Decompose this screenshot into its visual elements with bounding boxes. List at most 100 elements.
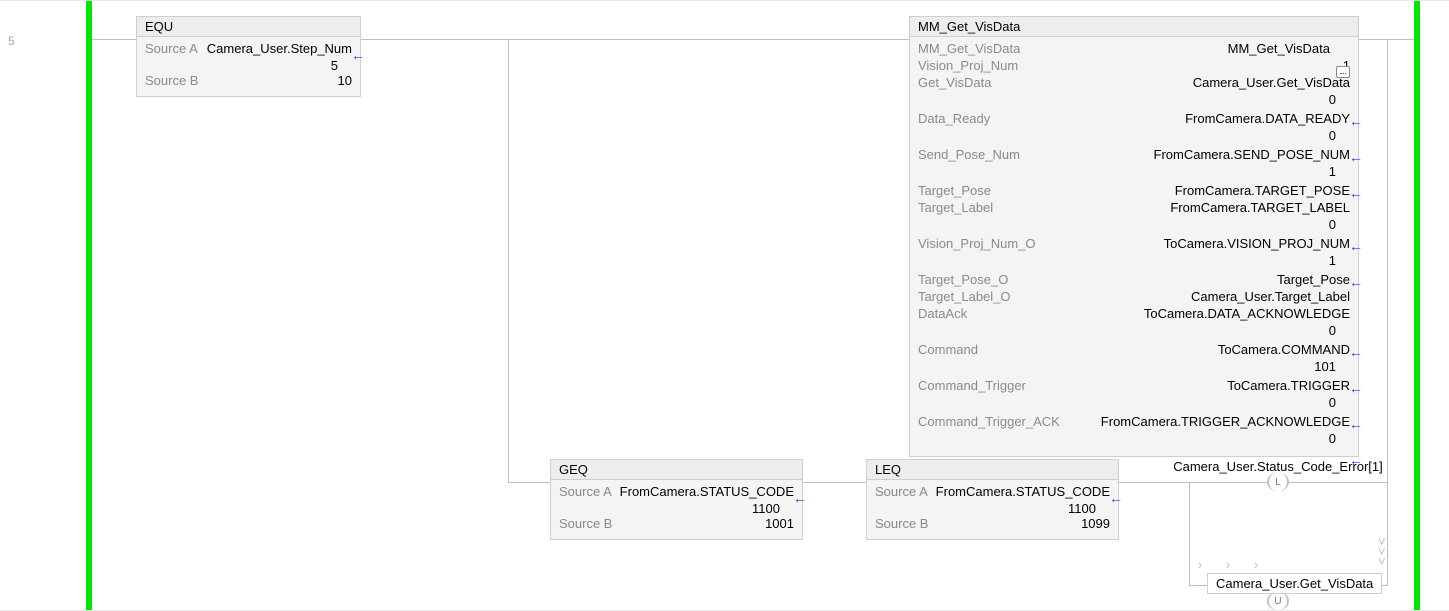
equ-srcB-label: Source B — [145, 73, 198, 88]
mm-param-value[interactable]: FromCamera.DATA_READY — [1185, 111, 1350, 126]
mm-param-label: Data_Ready — [918, 111, 990, 126]
mm-param-label: Command_Trigger_ACK — [918, 414, 1060, 429]
coil-u-tag[interactable]: Camera_User.Get_VisData — [1207, 573, 1382, 594]
mm-param-sub: 0 — [918, 217, 1350, 232]
left-power-rail — [86, 1, 92, 610]
geq-block[interactable]: GEQ Source AFromCamera.STATUS_CODE 1100 … — [550, 459, 803, 540]
mm-param-value[interactable]: FromCamera.TARGET_POSE — [1175, 183, 1350, 198]
mm-param-label: MM_Get_VisData — [918, 41, 1020, 56]
wire — [92, 39, 136, 40]
wire — [508, 39, 909, 40]
leq-srcA-value[interactable]: FromCamera.STATUS_CODE — [936, 484, 1110, 499]
wire — [1289, 482, 1387, 483]
feedback-arrow-icon: ← — [1109, 491, 1123, 505]
mm-param-value[interactable]: Camera_User.Target_Label — [1191, 289, 1350, 304]
leq-srcA-sub: 1100 — [875, 501, 1110, 516]
geq-srcA-value[interactable]: FromCamera.STATUS_CODE — [620, 484, 794, 499]
mm-param-row: MM_Get_VisData MM_Get_VisData — [918, 41, 1350, 58]
mm-param-sub: 0 — [918, 395, 1350, 410]
feedback-arrow-icon: ← — [793, 491, 807, 505]
wire — [1387, 39, 1388, 586]
mm-param-sub: 1 — [918, 253, 1350, 268]
wire — [508, 482, 550, 483]
leq-srcA-label: Source A — [875, 484, 928, 499]
mm-param-value[interactable]: FromCamera.SEND_POSE_NUM — [1154, 147, 1351, 162]
mm-param-label: Target_Pose_O — [918, 272, 1008, 287]
mm-param-sub: 1 — [918, 164, 1350, 179]
browse-link-icon[interactable] — [1336, 66, 1350, 78]
mm-param-row: Target_Pose_O Target_Pose — [918, 272, 1350, 289]
leq-srcB-value[interactable]: 1099 — [1081, 516, 1110, 531]
equ-srcA-value[interactable]: Camera_User.Step_Num — [207, 41, 352, 56]
feedback-arrow-icon: ← — [1349, 186, 1363, 200]
ladder-canvas: 5 › › › ˅˅˅ EQU Source A Camera_User.Step… — [0, 0, 1449, 611]
mm-param-value[interactable]: ToCamera.VISION_PROJ_NUM — [1164, 236, 1350, 251]
mm-param-row: Vision_Proj_Num1 — [918, 58, 1350, 75]
equ-srcA-label: Source A — [145, 41, 198, 56]
geq-srcA-sub: 1100 — [559, 501, 794, 516]
mm-param-row: DataAckToCamera.DATA_ACKNOWLEDGE — [918, 306, 1350, 323]
mm-param-row: Command_Trigger ToCamera.TRIGGER — [918, 378, 1350, 395]
mm-param-sub: 0 — [918, 92, 1350, 107]
mm-param-row: Command ToCamera.COMMAND — [918, 342, 1350, 359]
rung-number: 5 — [8, 34, 15, 48]
mm-param-label: Vision_Proj_Num — [918, 58, 1018, 73]
feedback-arrow-icon: ← — [1349, 114, 1363, 128]
mm-param-label: Send_Pose_Num — [918, 147, 1020, 162]
mm-param-label: Target_Pose — [918, 183, 991, 198]
mm-param-sub: 0 — [918, 323, 1350, 338]
feedback-arrow-icon: ← — [1349, 150, 1363, 164]
mm-param-row: Target_Label FromCamera.TARGET_LABEL — [918, 200, 1350, 217]
mm-get-visdata-block[interactable]: MM_Get_VisData MM_Get_VisDataMM_Get_VisD… — [909, 16, 1359, 457]
mm-param-label: Command — [918, 342, 978, 357]
mm-param-row: Send_Pose_Num FromCamera.SEND_POSE_NUM — [918, 147, 1350, 164]
mm-param-value[interactable]: Target_Pose — [1277, 272, 1350, 287]
mm-param-row: Get_VisDataCamera_User.Get_VisData — [918, 75, 1350, 92]
feedback-arrow-icon: ← — [1349, 453, 1363, 467]
mm-param-value[interactable]: MM_Get_VisData — [1228, 41, 1350, 56]
leq-block[interactable]: LEQ Source AFromCamera.STATUS_CODE 1100 … — [866, 459, 1119, 540]
equ-block[interactable]: EQU Source A Camera_User.Step_Num 5 Sourc… — [136, 16, 361, 97]
mm-param-value[interactable]: FromCamera.TARGET_LABEL — [1170, 200, 1350, 215]
equ-title: EQU — [137, 17, 360, 37]
feedback-arrow-icon: ← — [1349, 239, 1363, 253]
mm-param-value[interactable]: ToCamera.COMMAND — [1218, 342, 1350, 357]
wire — [508, 39, 509, 483]
geq-srcB-value[interactable]: 1001 — [765, 516, 794, 531]
mm-param-label: Target_Label — [918, 200, 993, 215]
equ-srcB-value[interactable]: 10 — [338, 73, 352, 88]
coil-l-mark: L — [1269, 474, 1287, 492]
equ-srcA-sub: 5 — [145, 58, 352, 73]
mm-param-value[interactable]: Camera_User.Get_VisData — [1193, 75, 1350, 90]
feedback-arrow-icon: ← — [1349, 381, 1363, 395]
mm-param-row: Target_Label_O Camera_User.Target_Label — [918, 289, 1350, 306]
wire — [360, 39, 508, 40]
latch-coil[interactable]: L — [1267, 473, 1289, 491]
geq-srcA-label: Source A — [559, 484, 612, 499]
feedback-arrow-icon: ← — [1349, 275, 1363, 289]
wire — [1189, 482, 1267, 483]
mm-param-sub: 0 — [918, 431, 1350, 446]
mm-param-row: Vision_Proj_Num_O ToCamera.VISION_PROJ_NU… — [918, 236, 1350, 253]
mm-param-row: Command_Trigger_ACK FromCamera.TRIGGER_AC… — [918, 414, 1350, 431]
right-power-rail — [1414, 1, 1420, 610]
mm-param-row: Target_Pose FromCamera.TARGET_POSE — [918, 183, 1350, 200]
geq-title: GEQ — [551, 460, 802, 480]
mm-param-value[interactable]: ToCamera.DATA_ACKNOWLEDGE — [1144, 306, 1350, 321]
branch-marker: ˅˅˅ — [1378, 537, 1386, 567]
feedback-arrow-icon: ← — [1349, 417, 1363, 431]
coil-u-mark: U — [1269, 593, 1287, 611]
mm-param-value[interactable]: FromCamera.TRIGGER_ACKNOWLEDGE — [1101, 414, 1350, 429]
branch-marker: › › › — [1198, 557, 1268, 572]
wire — [1359, 39, 1387, 40]
unlatch-coil[interactable]: U — [1267, 592, 1289, 610]
mm-param-label: Vision_Proj_Num_O — [918, 236, 1036, 251]
wire — [803, 482, 866, 483]
leq-srcB-label: Source B — [875, 516, 928, 531]
feedback-arrow-icon: ← — [351, 48, 365, 62]
mm-param-sub: 0 — [918, 128, 1350, 143]
mm-param-label: Command_Trigger — [918, 378, 1026, 393]
mm-param-value[interactable]: ToCamera.TRIGGER — [1227, 378, 1350, 393]
mm-param-label: Target_Label_O — [918, 289, 1011, 304]
feedback-arrow-icon: ← — [1349, 345, 1363, 359]
